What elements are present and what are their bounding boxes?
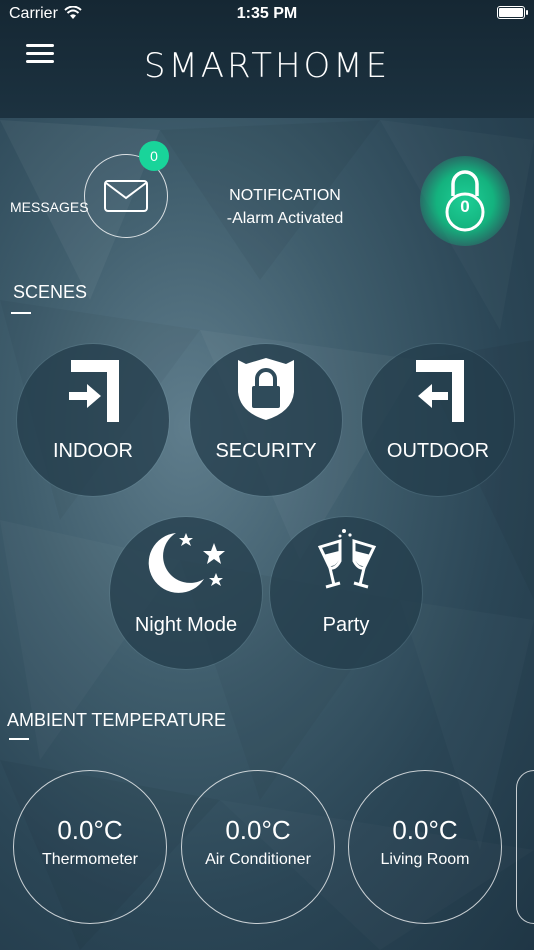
temperature-value: 0.0°C — [392, 815, 458, 845]
temperature-card-living-room[interactable]: 0.0°C Living Room — [348, 770, 502, 924]
moon-stars-icon — [148, 533, 225, 593]
scenes-underline — [11, 312, 31, 314]
notification-text: -Alarm Activated — [226, 210, 344, 227]
ambient-underline — [9, 738, 29, 740]
scene-party-button[interactable]: Party — [270, 517, 422, 669]
scene-outdoor-button[interactable]: OUTDOOR — [362, 344, 514, 496]
notification-title: NOTIFICATION — [229, 187, 341, 204]
scene-label: INDOOR — [53, 440, 133, 462]
exit-door-icon — [416, 360, 464, 422]
temperature-card-air-conditioner[interactable]: 0.0°C Air Conditioner — [181, 770, 335, 924]
scene-label: Night Mode — [134, 614, 238, 636]
messages-label: MESSAGES — [10, 199, 89, 215]
temperature-value: 0.0°C — [57, 815, 123, 845]
temperature-name: Thermometer — [41, 851, 139, 868]
temperature-card-partial[interactable] — [516, 770, 534, 924]
temperature-card-thermometer[interactable]: 0.0°C Thermometer — [13, 770, 167, 924]
status-time: 1:35 PM — [236, 5, 298, 22]
app-title: SMARTHOME — [143, 46, 391, 86]
shield-lock-icon — [238, 358, 294, 420]
scene-night-mode-button[interactable]: Night Mode — [110, 517, 262, 669]
champagne-glasses-icon — [317, 529, 377, 589]
temperature-name: Living Room — [380, 851, 470, 868]
envelope-icon — [104, 180, 148, 212]
battery-icon — [497, 6, 528, 19]
scene-label: Party — [322, 614, 370, 636]
scene-label: SECURITY — [215, 440, 317, 462]
scenes-title: SCENES — [13, 282, 88, 302]
ambient-temperature-title: AMBIENT TEMPERATURE — [7, 710, 227, 730]
enter-door-icon — [69, 360, 119, 422]
status-bar: Carrier 1:35 PM — [0, 0, 534, 30]
scene-label: OUTDOOR — [386, 440, 490, 462]
alarm-lock-button[interactable]: 0 — [420, 156, 510, 246]
lock-count: 0 — [460, 197, 470, 216]
temperature-name: Air Conditioner — [205, 851, 311, 868]
scene-indoor-button[interactable]: INDOOR — [17, 344, 169, 496]
messages-count-badge: 0 — [139, 141, 169, 171]
scene-security-button[interactable]: SECURITY — [190, 344, 342, 496]
temperature-value: 0.0°C — [225, 815, 291, 845]
